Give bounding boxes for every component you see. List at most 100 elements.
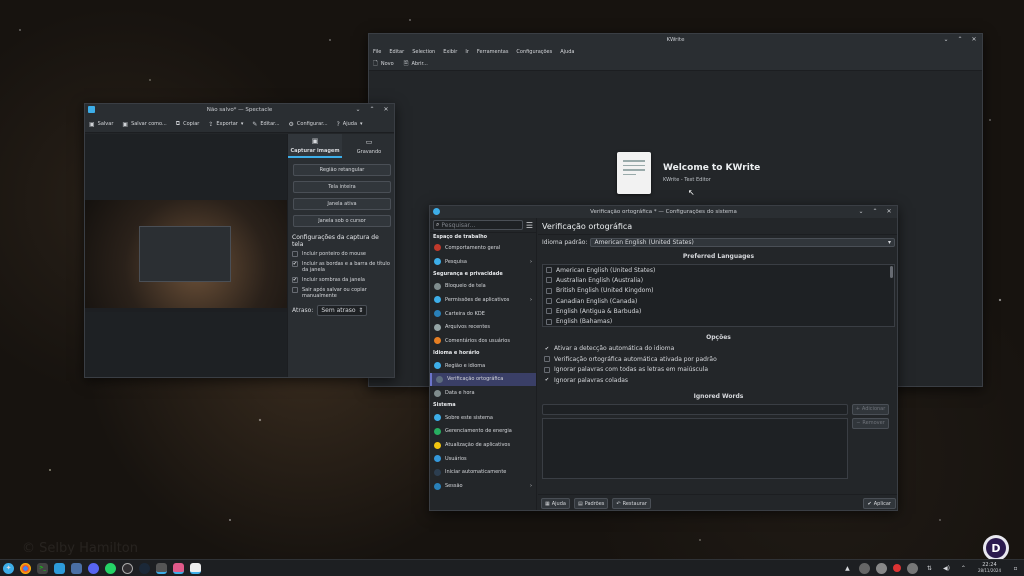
menu-item[interactable]: Configurações <box>516 49 552 55</box>
folder-icon[interactable] <box>71 562 82 574</box>
kwrite-taskbar-icon[interactable] <box>190 562 201 574</box>
tray-volume-icon[interactable]: ◀) <box>941 563 952 574</box>
language-row[interactable]: British English (United Kingdom) <box>543 286 894 296</box>
help-button[interactable]: ? Ajuda ▾ <box>337 121 363 128</box>
close-icon[interactable]: ✕ <box>885 208 893 215</box>
app-launcher-icon[interactable]: ✦ <box>3 562 14 574</box>
checkbox-checked-icon[interactable]: ✔ <box>544 377 550 383</box>
sidebar-item[interactable]: Atualização de aplicativos <box>430 438 536 452</box>
capture-option[interactable]: ✔ Incluir sombras da janela <box>292 277 392 283</box>
tray-app-icon[interactable] <box>858 562 870 574</box>
spell-option[interactable]: ✔ Ignorar palavras coladas <box>544 377 893 384</box>
discord-icon[interactable] <box>88 562 99 574</box>
checkbox-icon[interactable] <box>544 356 550 362</box>
spell-option[interactable]: ✔ Ativar a detecção automática do idioma <box>544 345 893 352</box>
capture-option[interactable]: Sair após salvar ou copiar manualmente <box>292 287 392 299</box>
open-button[interactable]: 🗎 Abrir... <box>404 59 428 69</box>
spell-option[interactable]: Verificação ortográfica automática ativa… <box>544 356 893 363</box>
ignored-words-list[interactable] <box>542 417 848 479</box>
sidebar-item[interactable]: Carteira do KDE <box>430 307 536 321</box>
close-icon[interactable]: ✕ <box>970 36 978 43</box>
copy-button[interactable]: ⧉ Copiar <box>176 120 200 128</box>
menu-item[interactable]: Ajuda <box>560 49 574 55</box>
language-row[interactable]: English (Antigua & Barbuda) <box>543 306 894 316</box>
tray-discord-icon[interactable] <box>906 562 918 574</box>
export-button[interactable]: ⇪ Exportar ▾ <box>208 121 243 128</box>
spectacle-taskbar-icon[interactable] <box>173 562 184 574</box>
minimize-icon[interactable]: ⌄ <box>354 106 362 113</box>
new-button[interactable]: 🗋 Novo <box>373 59 394 69</box>
capture-mode-button[interactable]: Tela inteira <box>293 181 391 193</box>
obs-icon[interactable] <box>122 562 133 574</box>
sidebar-item[interactable]: Gerenciamento de energia <box>430 425 536 439</box>
tray-steam-icon[interactable] <box>875 562 887 574</box>
scrollbar[interactable] <box>890 266 893 278</box>
sidebar-item[interactable]: Verificação ortográfica <box>430 372 536 387</box>
ignored-word-input[interactable] <box>542 403 848 415</box>
whatsapp-icon[interactable] <box>105 562 116 574</box>
edit-button[interactable]: ✎ Editar... <box>252 121 279 128</box>
capture-mode-button[interactable]: Janela ativa <box>293 198 391 210</box>
default-language-select[interactable]: American English (United States) ▾ <box>590 238 895 247</box>
sidebar-item[interactable]: Data e hora <box>430 386 536 400</box>
maximize-icon[interactable]: ⌃ <box>956 36 964 43</box>
checkbox-icon[interactable] <box>546 267 552 274</box>
tab-record[interactable]: ▭ Gravando <box>342 134 394 158</box>
tray-record-icon[interactable] <box>892 564 901 572</box>
add-button[interactable]: + Adicionar <box>852 403 889 415</box>
checkbox-icon[interactable] <box>292 287 298 293</box>
defaults-button[interactable]: ▤ Padrões <box>573 498 609 509</box>
checkbox-icon[interactable] <box>546 277 552 284</box>
menu-item[interactable]: Exibir <box>443 49 457 55</box>
checkbox-icon[interactable] <box>546 287 552 294</box>
sidebar-item[interactable]: Sessão › <box>430 479 536 493</box>
sidebar-item[interactable]: Bloqueio de tela <box>430 279 536 293</box>
minimize-icon[interactable]: ⌄ <box>857 208 865 215</box>
checkbox-icon[interactable] <box>546 298 552 305</box>
language-row[interactable]: Canadian English (Canada) <box>543 296 894 306</box>
tray-expand-icon[interactable]: ⌃ <box>958 563 969 574</box>
help-button[interactable]: ▦ Ajuda <box>541 498 570 509</box>
apply-button[interactable]: ✔ Aplicar <box>862 498 896 509</box>
sidebar-item[interactable]: Arquivos recentes <box>430 320 536 334</box>
language-row[interactable]: Australian English (Australia) <box>543 275 894 285</box>
minimize-icon[interactable]: ⌄ <box>942 36 950 43</box>
sidebar-item[interactable]: Região e idioma <box>430 359 536 373</box>
delay-spinbox[interactable]: Sem atraso ⇕ <box>317 305 368 316</box>
settings-taskbar-icon[interactable] <box>156 562 167 574</box>
tab-capture[interactable]: ▣ Capturar imagem <box>288 134 342 158</box>
show-desktop-icon[interactable]: ▫ <box>1010 563 1021 574</box>
sidebar-item[interactable]: Pesquisa › <box>430 255 536 269</box>
menu-item[interactable]: Editar <box>389 49 404 55</box>
checkbox-icon[interactable] <box>546 318 552 325</box>
tray-arrow-icon[interactable]: ▲ <box>842 563 853 574</box>
reset-button[interactable]: ↶ Restaurar <box>612 498 651 509</box>
clock[interactable]: 22:24 28/11/2024 <box>978 562 1001 574</box>
save-as-button[interactable]: ▣ Salvar como... <box>122 121 166 128</box>
spell-option[interactable]: Ignorar palavras com todas as letras em … <box>544 366 893 373</box>
search-input[interactable]: ⌕ Pesquisar... <box>433 220 523 230</box>
sidebar-item[interactable]: Sobre este sistema <box>430 411 536 425</box>
maximize-icon[interactable]: ⌃ <box>871 208 879 215</box>
terminal-icon[interactable]: >_ <box>37 562 48 574</box>
checkbox-checked-icon[interactable]: ✔ <box>292 261 298 267</box>
capture-option[interactable]: Incluir ponteiro do mouse <box>292 251 392 257</box>
files-icon[interactable] <box>54 562 65 574</box>
menu-item[interactable]: Selection <box>412 49 435 55</box>
capture-option[interactable]: ✔ Incluir as bordas e a barra de título d… <box>292 261 392 273</box>
hamburger-menu-icon[interactable]: ☰ <box>526 221 533 230</box>
sidebar-item[interactable]: Permissões de aplicativos › <box>430 293 536 307</box>
checkbox-checked-icon[interactable]: ✔ <box>292 277 298 283</box>
menu-item[interactable]: Ir <box>465 49 469 55</box>
language-row[interactable]: American English (United States) <box>543 265 894 275</box>
preferred-languages-list[interactable]: American English (United States) Australi… <box>542 264 895 327</box>
configure-button[interactable]: ⚙ Configurar... <box>289 121 328 128</box>
close-icon[interactable]: ✕ <box>382 106 390 113</box>
chrome-icon[interactable] <box>20 562 31 574</box>
checkbox-icon[interactable] <box>544 366 550 373</box>
language-row[interactable]: English (Bahamas) <box>543 316 894 326</box>
capture-mode-button[interactable]: Região retangular <box>293 164 391 176</box>
sidebar-item[interactable]: Comportamento geral <box>430 241 536 255</box>
steam-icon[interactable] <box>139 562 150 574</box>
checkbox-checked-icon[interactable]: ✔ <box>544 346 550 352</box>
